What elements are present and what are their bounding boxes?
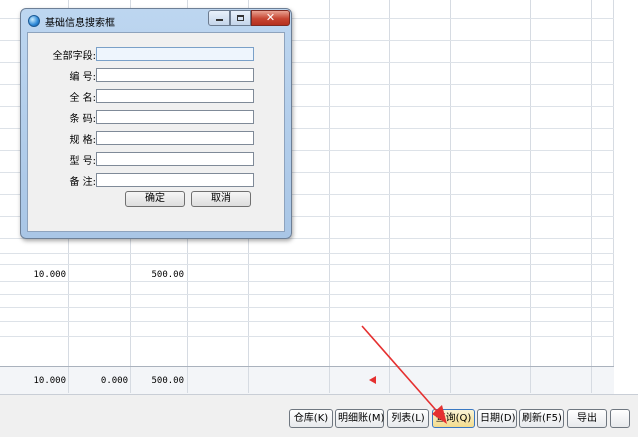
warehouse-button[interactable]: 仓库(K) — [289, 409, 333, 428]
grid-column-divider — [248, 367, 249, 393]
app-globe-icon — [28, 15, 40, 27]
code-label: 编 号: — [69, 72, 96, 83]
spec-input[interactable] — [96, 131, 254, 145]
total-amount-cell: 500.00 — [151, 376, 184, 386]
list-button[interactable]: 列表(L) — [387, 409, 429, 428]
total-price-cell: 0.000 — [100, 376, 128, 386]
model-input[interactable] — [96, 152, 254, 166]
grid-row-divider — [0, 281, 614, 282]
refresh-button[interactable]: 刷新(F5) — [519, 409, 564, 428]
cancel-button[interactable]: 取消 — [191, 191, 251, 207]
grid-row-divider — [0, 307, 614, 308]
grid-column-divider — [613, 0, 614, 393]
grid-row-divider — [0, 336, 614, 337]
date-button[interactable]: 日期(D) — [477, 409, 517, 428]
grid-column-divider — [329, 367, 330, 393]
grid-row-divider — [0, 253, 614, 254]
search-dialog: 基础信息搜索框 ✕ 全部字段: 编 号: 全 名: 条 码: 规 格: 型 号:… — [20, 8, 292, 239]
ledger-detail-button[interactable]: 明细账(M) — [335, 409, 384, 428]
grid-column-divider — [68, 367, 69, 393]
all-fields-label: 全部字段: — [52, 51, 96, 62]
bottom-toolbar: 仓库(K) 明细账(M) 列表(L) 查询(Q) 日期(D) 刷新(F5) 导出 — [0, 394, 638, 437]
grid-column-divider — [530, 367, 531, 393]
grid-column-divider — [389, 0, 390, 393]
grid-column-divider — [329, 0, 330, 393]
grid-column-divider — [450, 0, 451, 393]
totals-row: 10.000 0.000 500.00 — [0, 366, 614, 395]
grid-row-divider — [0, 264, 614, 265]
close-button[interactable]: ✕ — [251, 10, 290, 26]
export-button[interactable]: 导出 — [567, 409, 607, 428]
dialog-title: 基础信息搜索框 — [45, 18, 115, 29]
ok-button[interactable]: 确定 — [125, 191, 185, 207]
all-fields-input[interactable] — [96, 47, 254, 61]
barcode-input[interactable] — [96, 110, 254, 124]
grid-column-divider — [450, 367, 451, 393]
remark-label: 备 注: — [69, 177, 96, 188]
row-pointer-icon — [369, 376, 376, 384]
grid-column-divider — [389, 367, 390, 393]
grid-row-divider — [0, 321, 614, 322]
total-quantity-cell: 10.000 — [33, 376, 66, 386]
grid-column-divider — [591, 367, 592, 393]
maximize-button[interactable] — [230, 10, 251, 26]
full-name-input[interactable] — [96, 89, 254, 103]
more-button[interactable] — [610, 409, 630, 428]
row-amount-cell: 500.00 — [151, 270, 184, 280]
close-icon: ✕ — [265, 11, 276, 24]
query-button[interactable]: 查询(Q) — [432, 409, 475, 428]
grid-column-divider — [187, 367, 188, 393]
model-label: 型 号: — [69, 156, 96, 167]
row-quantity-cell: 10.000 — [33, 270, 66, 280]
dialog-body: 全部字段: 编 号: 全 名: 条 码: 规 格: 型 号: 备 注: 确定 取… — [27, 32, 285, 232]
grid-column-divider — [530, 0, 531, 393]
grid-column-divider — [130, 367, 131, 393]
spec-label: 规 格: — [69, 135, 96, 146]
maximize-icon — [237, 15, 244, 21]
minimize-icon — [216, 19, 223, 21]
full-name-label: 全 名: — [69, 93, 96, 104]
minimize-button[interactable] — [208, 10, 230, 26]
grid-column-divider — [591, 0, 592, 393]
barcode-label: 条 码: — [69, 114, 96, 125]
remark-input[interactable] — [96, 173, 254, 187]
grid-row-divider — [0, 294, 614, 295]
code-input[interactable] — [96, 68, 254, 82]
